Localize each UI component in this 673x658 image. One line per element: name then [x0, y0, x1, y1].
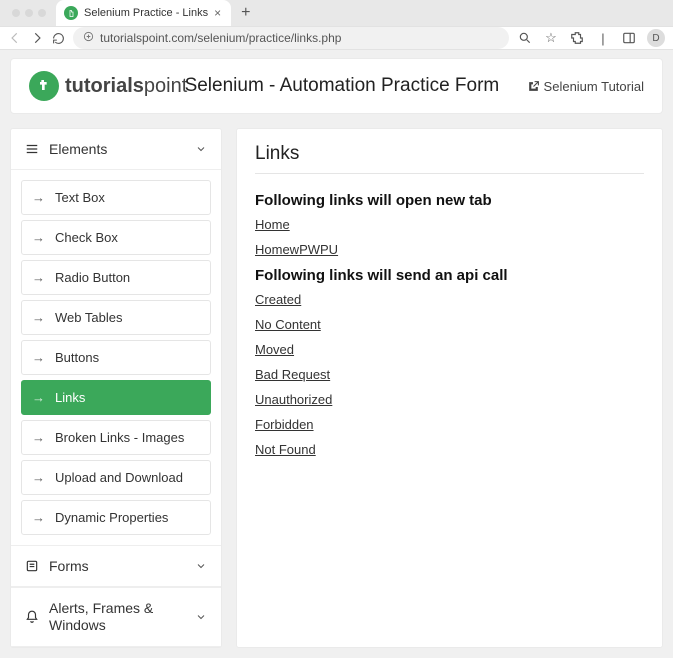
min-window-dot[interactable] — [25, 9, 33, 17]
bell-icon — [25, 610, 39, 624]
link-bad-request[interactable]: Bad Request — [255, 367, 644, 382]
sidebar-item-upload-download[interactable]: →Upload and Download — [21, 460, 211, 495]
site-info-icon[interactable] — [83, 31, 94, 45]
sidepanel-icon[interactable] — [621, 31, 637, 45]
zoom-icon[interactable] — [517, 31, 533, 45]
sidebar-item-buttons[interactable]: →Buttons — [21, 340, 211, 375]
window-controls — [6, 9, 52, 17]
main-layout: Elements →Text Box →Check Box →Radio But… — [10, 128, 663, 648]
browser-tab[interactable]: Selenium Practice - Links × — [56, 0, 231, 26]
arrow-right-icon: → — [32, 470, 45, 485]
sidebar-item-broken-links[interactable]: →Broken Links - Images — [21, 420, 211, 455]
sidebar-item-radio-button[interactable]: →Radio Button — [21, 260, 211, 295]
heading-new-tab: Following links will open new tab — [255, 192, 644, 209]
sidebar-section-forms[interactable]: Forms — [11, 545, 221, 587]
back-button — [8, 31, 22, 45]
link-home[interactable]: Home — [255, 217, 644, 232]
chevron-down-icon — [195, 143, 207, 155]
arrow-right-icon: → — [32, 310, 45, 325]
url-text: tutorialspoint.com/selenium/practice/lin… — [100, 31, 341, 45]
browser-chrome: Selenium Practice - Links × + tutorialsp… — [0, 0, 673, 48]
sidebar: Elements →Text Box →Check Box →Radio But… — [10, 128, 222, 648]
sidebar-item-check-box[interactable]: →Check Box — [21, 220, 211, 255]
form-icon — [25, 559, 39, 573]
link-no-content[interactable]: No Content — [255, 317, 644, 332]
reload-button[interactable] — [52, 32, 65, 45]
tutorial-link[interactable]: Selenium Tutorial — [527, 79, 644, 94]
page-header: tutorialspoint Selenium - Automation Pra… — [10, 58, 663, 114]
toolbar: tutorialspoint.com/selenium/practice/lin… — [0, 26, 673, 50]
favicon-icon — [64, 6, 78, 20]
logo-icon — [29, 71, 59, 101]
page: tutorialspoint Selenium - Automation Pra… — [0, 48, 673, 658]
arrow-right-icon: → — [32, 430, 45, 445]
tab-strip: Selenium Practice - Links × + — [0, 0, 673, 26]
tab-title: Selenium Practice - Links — [84, 7, 208, 19]
sidebar-section-alerts[interactable]: Alerts, Frames & Windows — [11, 587, 221, 647]
link-forbidden[interactable]: Forbidden — [255, 417, 644, 432]
arrow-right-icon: → — [32, 190, 45, 205]
close-tab-icon[interactable]: × — [214, 6, 221, 20]
link-home-dynamic[interactable]: HomewPWPU — [255, 242, 644, 257]
link-unauthorized[interactable]: Unauthorized — [255, 392, 644, 407]
chevron-down-icon — [195, 611, 207, 623]
max-window-dot[interactable] — [38, 9, 46, 17]
content-panel: Links Following links will open new tab … — [236, 128, 663, 648]
heading-api-call: Following links will send an api call — [255, 267, 644, 284]
link-moved[interactable]: Moved — [255, 342, 644, 357]
link-not-found[interactable]: Not Found — [255, 442, 644, 457]
extensions-icon[interactable] — [569, 31, 585, 45]
sidebar-section-elements[interactable]: Elements — [11, 129, 221, 170]
address-bar[interactable]: tutorialspoint.com/selenium/practice/lin… — [73, 27, 509, 49]
sidebar-section-label: Elements — [49, 141, 107, 157]
forward-button[interactable] — [30, 31, 44, 45]
arrow-right-icon: → — [32, 390, 45, 405]
arrow-right-icon: → — [32, 350, 45, 365]
content-title: Links — [255, 143, 644, 174]
sidebar-item-dynamic-properties[interactable]: →Dynamic Properties — [21, 500, 211, 535]
new-tab-button[interactable]: + — [235, 4, 256, 22]
sidebar-section-label: Forms — [49, 558, 89, 574]
profile-avatar[interactable]: D — [647, 29, 665, 47]
external-link-icon — [527, 80, 540, 93]
sep-icon: | — [595, 31, 611, 46]
chevron-down-icon — [195, 560, 207, 572]
close-window-dot[interactable] — [12, 9, 20, 17]
link-created[interactable]: Created — [255, 292, 644, 307]
sidebar-section-label: Alerts, Frames & Windows — [49, 600, 185, 634]
bookmark-icon[interactable]: ☆ — [543, 30, 559, 46]
sidebar-item-text-box[interactable]: →Text Box — [21, 180, 211, 215]
arrow-right-icon: → — [32, 230, 45, 245]
toolbar-right: ☆ | D — [517, 29, 665, 47]
arrow-right-icon: → — [32, 270, 45, 285]
menu-icon — [25, 142, 39, 156]
sidebar-list: →Text Box →Check Box →Radio Button →Web … — [11, 170, 221, 545]
arrow-right-icon: → — [32, 510, 45, 525]
sidebar-item-web-tables[interactable]: →Web Tables — [21, 300, 211, 335]
sidebar-item-links[interactable]: →Links — [21, 380, 211, 415]
page-title: Selenium - Automation Practice Form — [157, 75, 526, 97]
